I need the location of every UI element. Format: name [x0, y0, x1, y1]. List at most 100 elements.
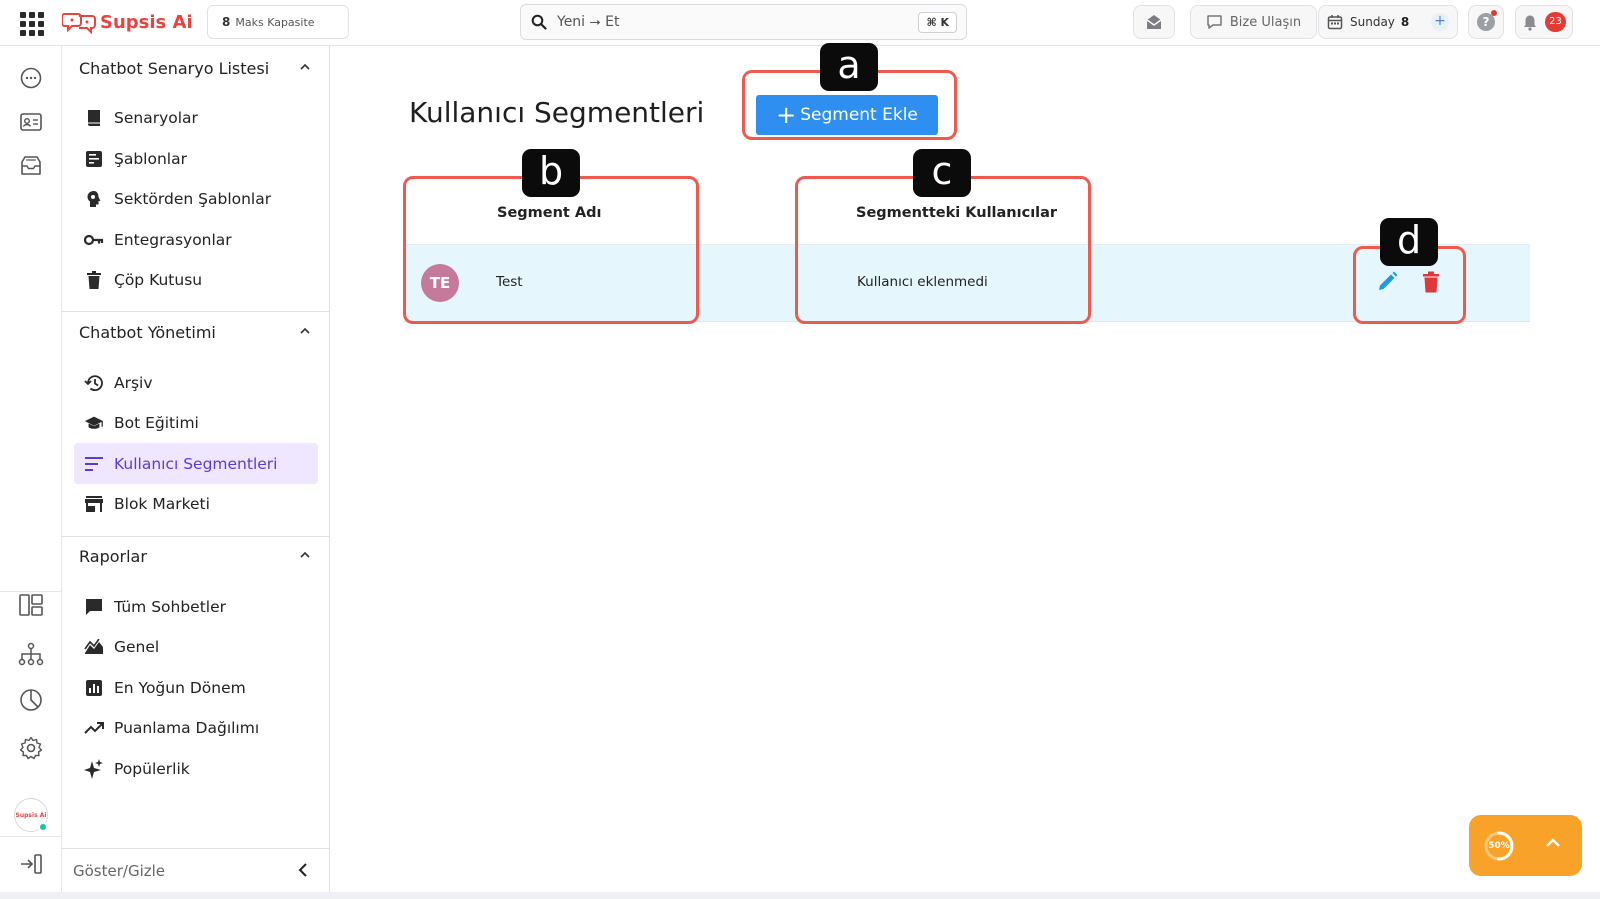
notifications-button[interactable]: 23	[1515, 5, 1573, 39]
bottom-strip	[0, 892, 1600, 899]
rail-inbox-icon[interactable]	[17, 152, 45, 180]
sidebar-item-label: Entegrasyonlar	[114, 230, 232, 249]
sidebar-item-templates[interactable]: Şablonlar	[74, 138, 318, 179]
bar-chart-icon	[84, 678, 104, 698]
graduation-cap-icon	[84, 413, 104, 433]
rail-analytics-icon[interactable]	[17, 686, 45, 714]
template-icon	[84, 149, 104, 169]
capacity-number: 8	[222, 15, 231, 29]
trash-icon	[84, 270, 104, 290]
sidebar-item-label: Çöp Kutusu	[114, 270, 203, 289]
brand-logo[interactable]: Supsis Ai	[62, 7, 193, 37]
section-header-scenario-list[interactable]: Chatbot Senaryo Listesi	[62, 48, 330, 88]
sidebar-item-peak-period[interactable]: En Yoğun Dönem	[74, 667, 318, 708]
chevron-up-icon	[300, 63, 310, 70]
progress-percent: 50%	[1488, 840, 1510, 851]
search-box[interactable]: ⌘ K	[520, 4, 967, 40]
add-event-icon[interactable]: +	[1431, 13, 1449, 31]
sidebar-item-all-chats[interactable]: Tüm Sohbetler	[74, 586, 318, 627]
sidebar-item-label: Şablonlar	[114, 149, 187, 168]
logout-icon[interactable]	[17, 850, 45, 878]
icon-rail: Supsis Ai	[0, 46, 62, 899]
sidebar-item-label: Tüm Sohbetler	[114, 597, 227, 616]
help-icon: ?	[1477, 10, 1497, 31]
notification-count-badge: 23	[1545, 12, 1566, 32]
capacity-label: Maks Kapasite	[235, 15, 315, 29]
sidebar-item-label: Senaryolar	[114, 108, 198, 127]
page-title: Kullanıcı Segmentleri	[409, 96, 705, 129]
rail-dashboard-icon[interactable]	[17, 591, 45, 619]
sidebar-item-label: Kullanıcı Segmentleri	[114, 454, 278, 473]
sidebar-item-label: Genel	[114, 637, 160, 656]
workspace-avatar-text: Supsis Ai	[15, 811, 47, 819]
sort-lines-icon	[84, 454, 104, 474]
rail-divider-bottom	[0, 836, 62, 837]
sidebar-item-block-market[interactable]: Blok Marketi	[74, 483, 318, 524]
sidebar-item-user-segments[interactable]: Kullanıcı Segmentleri	[74, 443, 318, 484]
section-header-chatbot-management[interactable]: Chatbot Yönetimi	[62, 312, 330, 352]
sidebar-item-integrations[interactable]: Entegrasyonlar	[74, 219, 318, 260]
search-shortcut: ⌘ K	[918, 12, 957, 33]
chevron-up-icon	[300, 327, 310, 334]
sidebar-item-rating-distribution[interactable]: Puanlama Dağılımı	[74, 707, 318, 748]
search-icon	[531, 14, 547, 30]
sidebar-item-label: En Yoğun Dönem	[114, 678, 246, 697]
sidebar-item-label: Arşiv	[114, 373, 153, 392]
chat-icon	[84, 597, 104, 617]
day-number: 8	[1400, 15, 1410, 29]
section-header-reports[interactable]: Raporlar	[62, 536, 330, 576]
chevron-up-icon	[300, 551, 310, 558]
annotation-tag-a: a	[820, 43, 878, 91]
sidebar-item-label: Puanlama Dağılımı	[114, 718, 260, 737]
brand-logo-icon	[62, 13, 96, 34]
rail-chat-icon[interactable]	[17, 64, 45, 92]
apps-grid-icon[interactable]	[20, 12, 44, 36]
sidebar-item-label: Popülerlik	[114, 759, 190, 778]
bell-icon	[1524, 15, 1537, 31]
rail-settings-icon[interactable]	[17, 734, 45, 762]
brain-icon	[84, 189, 104, 209]
annotation-box-c	[795, 176, 1091, 324]
contact-us-label: Bize Ulaşın	[1229, 14, 1302, 30]
area-chart-icon	[84, 637, 104, 657]
workspace-avatar[interactable]: Supsis Ai	[14, 798, 48, 832]
calendar-day-button[interactable]: Sunday 8 +	[1318, 5, 1458, 39]
sidebar-item-trash[interactable]: Çöp Kutusu	[74, 259, 318, 300]
store-icon	[84, 494, 104, 514]
chevron-left-icon	[298, 863, 307, 877]
sparkle-icon	[84, 758, 104, 779]
search-input[interactable]	[557, 14, 897, 30]
sidebar-item-label: Sektörden Şablonlar	[114, 189, 272, 208]
sidebar-item-popularity[interactable]: Popülerlik	[74, 748, 318, 789]
online-status-dot	[38, 822, 48, 832]
section-title: Chatbot Yönetimi	[79, 322, 216, 342]
sidebar-toggle[interactable]: Göster/Gizle	[62, 848, 330, 892]
capacity-indicator[interactable]: 8 Maks Kapasite	[207, 5, 349, 39]
onboarding-progress-button[interactable]: 50%	[1469, 815, 1582, 876]
message-icon	[1207, 15, 1222, 29]
trending-icon	[84, 718, 104, 738]
help-button[interactable]: ?	[1468, 5, 1504, 39]
contact-us-button[interactable]: Bize Ulaşın	[1190, 5, 1317, 39]
sidebar-item-label: Bot Eğitimi	[114, 413, 199, 432]
sidebar-item-archive[interactable]: Arşiv	[74, 362, 318, 403]
sidebar-toggle-label: Göster/Gizle	[73, 861, 166, 880]
rail-flow-icon[interactable]	[17, 640, 45, 668]
sidebar-item-general[interactable]: Genel	[74, 626, 318, 667]
section-title: Chatbot Senaryo Listesi	[79, 58, 270, 78]
day-label: Sunday	[1350, 15, 1395, 29]
sidebar-item-bot-training[interactable]: Bot Eğitimi	[74, 402, 318, 443]
sidebar-item-sector-templates[interactable]: Sektörden Şablonlar	[74, 178, 318, 219]
chevron-up-icon	[1546, 838, 1560, 847]
key-icon	[84, 230, 104, 250]
rail-contacts-icon[interactable]	[17, 108, 45, 136]
mail-button[interactable]	[1133, 5, 1175, 39]
sidebar: Chatbot Senaryo Listesi Senaryolar Şablo…	[62, 46, 330, 892]
history-icon	[84, 373, 104, 393]
top-bar: Supsis Ai 8 Maks Kapasite ⌘ K Bize Ulaşı…	[0, 0, 1600, 46]
brand-name: Supsis Ai	[100, 11, 193, 33]
annotation-tag-d: d	[1380, 218, 1438, 266]
calendar-icon	[1327, 15, 1343, 30]
sidebar-item-scenarios[interactable]: Senaryolar	[74, 97, 318, 138]
annotation-tag-b: b	[522, 149, 580, 197]
